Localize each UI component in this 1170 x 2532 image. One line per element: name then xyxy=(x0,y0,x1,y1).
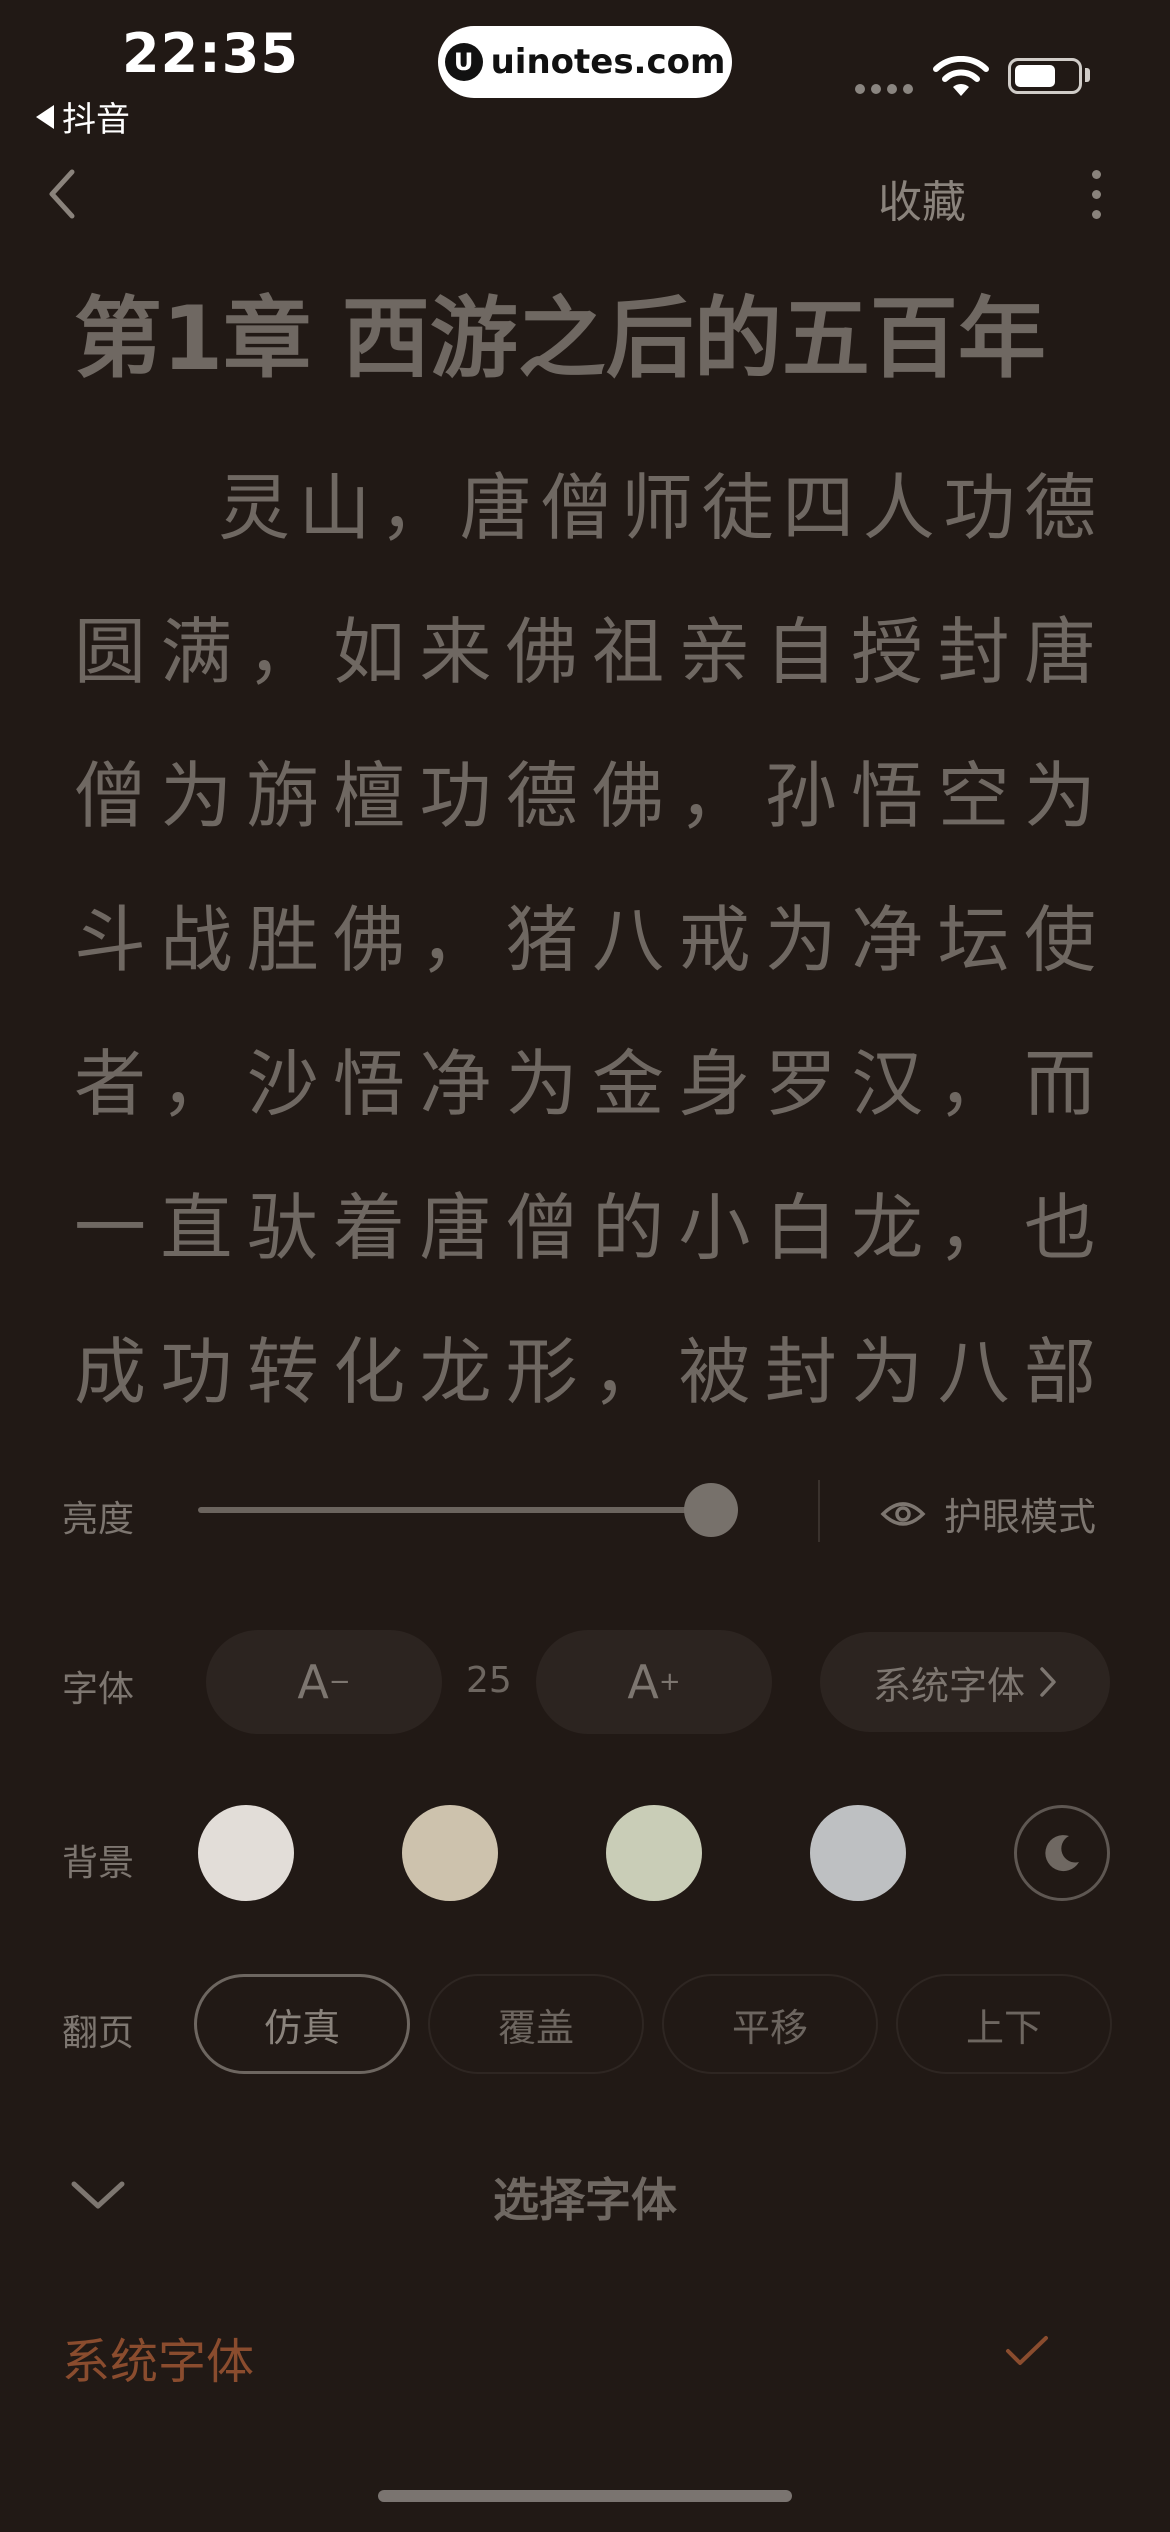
cellular-signal-icon xyxy=(855,84,913,94)
check-icon xyxy=(1006,2336,1048,2365)
chevron-right-icon xyxy=(1040,1667,1056,1697)
eye-icon xyxy=(880,1501,926,1526)
background-swatch-1[interactable] xyxy=(198,1805,294,1901)
status-time: 22:35 xyxy=(122,22,299,85)
back-triangle-icon xyxy=(36,104,54,129)
font-size-value: 25 xyxy=(466,1660,512,1701)
background-swatch-2[interactable] xyxy=(402,1805,498,1901)
brightness-label: 亮度 xyxy=(62,1499,135,1540)
watermark-badge: U uinotes.com xyxy=(438,26,732,98)
battery-tip xyxy=(1085,68,1090,82)
back-app-label: 抖音 xyxy=(62,100,130,140)
brightness-slider-thumb[interactable] xyxy=(684,1483,738,1537)
system-font-button[interactable]: 系统字体 xyxy=(820,1632,1110,1732)
font-decrease-button[interactable]: A − xyxy=(206,1630,442,1734)
chevron-left-icon[interactable] xyxy=(42,164,82,224)
more-vertical-icon[interactable] xyxy=(1092,170,1101,219)
font-picker-title: 选择字体 xyxy=(493,2173,677,2227)
page-turn-option-simulate[interactable]: 仿真 xyxy=(194,1974,410,2074)
collect-button[interactable]: 收藏 xyxy=(878,166,966,230)
page-turn-option-vertical[interactable]: 上下 xyxy=(896,1974,1112,2074)
brightness-slider[interactable] xyxy=(198,1507,738,1513)
watermark-url: uinotes.com xyxy=(490,42,726,82)
font-increase-button[interactable]: A + xyxy=(536,1630,772,1734)
eye-protection-toggle[interactable]: 护眼模式 xyxy=(880,1486,1096,1541)
background-swatch-4[interactable] xyxy=(810,1805,906,1901)
wifi-icon xyxy=(933,56,989,96)
system-font-label: 系统字体 xyxy=(872,1663,1025,1708)
eye-mode-label: 护眼模式 xyxy=(944,1495,1097,1539)
chapter-paragraph: 灵山，唐僧师徒四人功德圆满，如来佛祖亲自授封唐僧为旃檀功德佛，孙悟空为斗战胜佛，… xyxy=(74,466,1104,1414)
font-increase-label: A xyxy=(627,1655,659,1709)
night-mode-button[interactable] xyxy=(1014,1805,1110,1901)
moon-icon xyxy=(1045,1835,1079,1872)
page-turn-option-slide[interactable]: 平移 xyxy=(662,1974,878,2074)
background-label: 背景 xyxy=(62,1843,135,1884)
chapter-title: 第1章 西游之后的五百年 xyxy=(74,287,1046,390)
font-decrease-label: A xyxy=(297,1655,329,1709)
watermark-logo: U xyxy=(444,43,483,81)
plus-mark: + xyxy=(658,1667,681,1697)
minus-mark: − xyxy=(328,1667,351,1697)
page-turn-label: 翻页 xyxy=(62,2013,135,2054)
home-indicator[interactable] xyxy=(378,2490,792,2502)
divider xyxy=(818,1480,820,1542)
page-turn-option-cover[interactable]: 覆盖 xyxy=(428,1974,644,2074)
battery-icon xyxy=(1008,58,1082,94)
font-option-system[interactable]: 系统字体 xyxy=(62,2322,254,2392)
font-label: 字体 xyxy=(62,1669,135,1710)
background-swatch-3[interactable] xyxy=(606,1805,702,1901)
back-to-app-link[interactable]: 抖音 xyxy=(36,92,130,141)
